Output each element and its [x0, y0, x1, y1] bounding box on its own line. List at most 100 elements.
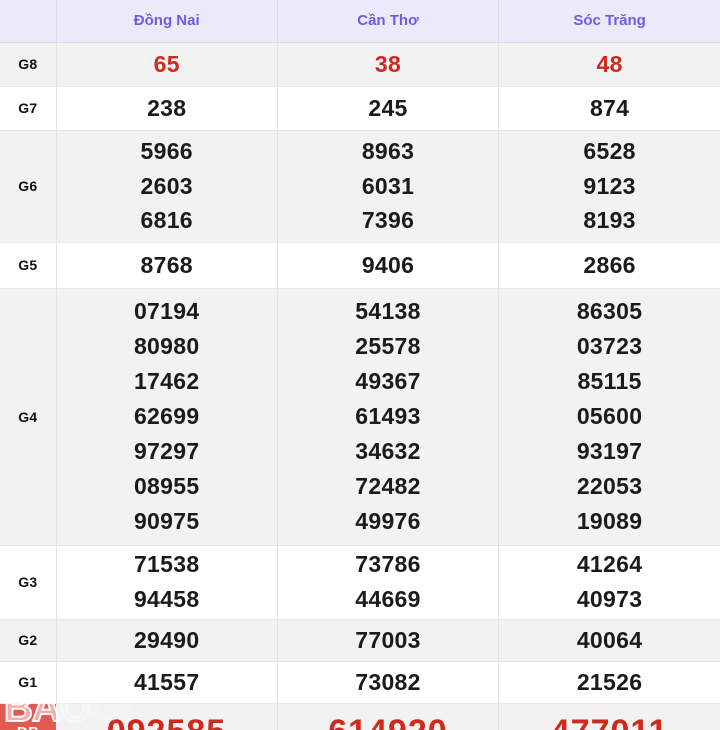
- table-row: G5 8768 9406 2866: [0, 242, 720, 289]
- prize-rank-label-g3: G3: [0, 545, 57, 620]
- prize-number: 61493: [355, 403, 421, 430]
- number-stack: 245: [278, 87, 498, 130]
- number-stack: 238: [57, 87, 277, 130]
- prize-number: 6816: [140, 207, 193, 234]
- number-stack: 73786 44669: [278, 546, 498, 619]
- special-prize-number: 477011: [498, 703, 720, 730]
- number-stack: 41557: [57, 662, 277, 703]
- prize-cell: 2866: [498, 242, 720, 289]
- prize-cell: 21526: [498, 661, 720, 704]
- prize-number: 34632: [355, 437, 421, 464]
- prize-number: 22053: [576, 472, 643, 499]
- number-stack: 2866: [499, 243, 720, 288]
- number-stack: 38: [278, 43, 498, 86]
- prize-number: 08955: [133, 472, 200, 499]
- table-header: Đồng Nai Cần Thơ Sóc Trăng: [0, 0, 720, 43]
- prize-number: 90975: [133, 507, 200, 534]
- prize-cell: 8768: [56, 242, 278, 289]
- prize-number: 8963: [361, 137, 415, 164]
- prize-cell: 48: [498, 42, 720, 87]
- prize-number: 7396: [361, 207, 415, 234]
- prize-cell: 73082: [277, 661, 500, 704]
- prize-cell: 8963 6031 7396: [277, 130, 500, 243]
- prize-number: 86305: [576, 298, 643, 325]
- prize-number: 65: [153, 50, 180, 77]
- prize-number: 41264: [576, 551, 643, 578]
- prize-number: 77003: [355, 626, 421, 653]
- prize-cell: 41557: [56, 661, 278, 704]
- number-stack: 5966 2603 6816: [57, 131, 277, 242]
- prize-number: 19089: [576, 507, 643, 534]
- prize-number: 5966: [140, 137, 193, 164]
- table-row: G6 5966 2603 6816 8963 6031 7396 6528 9123 8193: [0, 130, 720, 243]
- number-stack: 9406: [278, 243, 498, 288]
- prize-number: 6031: [361, 172, 415, 199]
- special-prize-badge: ĐB: [0, 703, 57, 730]
- table-row: G4 07194 80980 17462 62699 97297 08955 90975 541…: [0, 288, 720, 546]
- prize-number: 80980: [133, 333, 200, 360]
- prize-number: 07194: [133, 298, 200, 325]
- prize-cell: 65: [56, 42, 278, 87]
- prize-number: 29490: [133, 626, 200, 653]
- prize-cell: 40064: [498, 619, 720, 662]
- prize-number: 05600: [576, 403, 643, 430]
- number-stack: 29490: [57, 620, 277, 661]
- prize-number: 38: [374, 50, 402, 77]
- prize-cell: 245: [277, 86, 500, 131]
- prize-number: 8768: [140, 251, 193, 278]
- number-stack: 54138 25578 49367 61493 34632 72482 49976: [278, 289, 498, 545]
- prize-number: 238: [147, 94, 187, 121]
- table-row: G7 238 245 874: [0, 86, 720, 131]
- prize-cell: 5966 2603 6816: [56, 130, 278, 243]
- prize-rank-label-g4: G4: [0, 288, 57, 546]
- table-row: G3 71538 94458 73786 44669 41264 40973: [0, 545, 720, 620]
- number-stack: 73082: [278, 662, 498, 703]
- number-stack: 65: [57, 43, 277, 86]
- prize-number: 44669: [355, 586, 421, 612]
- prize-number: 9406: [361, 251, 415, 278]
- prize-number: 72482: [355, 472, 421, 499]
- number-stack: 77003: [278, 620, 498, 661]
- prize-number: 62699: [133, 403, 200, 430]
- table-row: G1 41557 73082 21526: [0, 661, 720, 704]
- prize-number: 2603: [140, 172, 193, 199]
- header-province-can-tho: Cần Thơ: [277, 0, 500, 43]
- table-row: G2 29490 77003 40064: [0, 619, 720, 662]
- prize-cell: 238: [56, 86, 278, 131]
- table-body: G8 65 38 48 G7 238 245 874 G6 5966 2603 6816 8963 603…: [0, 42, 720, 730]
- prize-number: 40973: [576, 586, 643, 612]
- number-stack: 6528 9123 8193: [499, 131, 720, 242]
- prize-rank-label-g1: G1: [0, 661, 57, 704]
- prize-rank-label-g8: G8: [0, 42, 57, 87]
- prize-cell: 71538 94458: [56, 545, 278, 620]
- prize-cell: 73786 44669: [277, 545, 500, 620]
- prize-cell: 07194 80980 17462 62699 97297 08955 90975: [56, 288, 278, 546]
- prize-cell: 38: [277, 42, 500, 87]
- prize-number: 73082: [355, 668, 421, 695]
- prize-rank-label-g6: G6: [0, 130, 57, 243]
- prize-rank-label-g7: G7: [0, 86, 57, 131]
- prize-number: 85115: [577, 368, 642, 395]
- header-province-dong-nai: Đồng Nai: [56, 0, 278, 43]
- prize-number: 73786: [355, 551, 421, 578]
- prize-number: 41557: [133, 668, 200, 695]
- header-province-soc-trang: Sóc Trăng: [498, 0, 720, 43]
- special-prize-row: ĐB092585614920477011: [0, 703, 720, 730]
- lottery-results-table: Đồng Nai Cần Thơ Sóc Trăng G8 65 38 48 G7 238…: [0, 0, 720, 730]
- prize-number: 40064: [576, 626, 643, 653]
- number-stack: 40064: [499, 620, 720, 661]
- prize-number: 93197: [576, 437, 643, 464]
- lottery-results-panel: Đồng Nai Cần Thơ Sóc Trăng G8 65 38 48 G7 238…: [0, 0, 720, 730]
- number-stack: 07194 80980 17462 62699 97297 08955 90975: [57, 289, 277, 545]
- prize-cell: 874: [498, 86, 720, 131]
- number-stack: 71538 94458: [57, 546, 277, 619]
- prize-number: 245: [368, 94, 408, 121]
- prize-cell: 77003: [277, 619, 500, 662]
- prize-number: 2866: [583, 251, 636, 278]
- number-stack: 8768: [57, 243, 277, 288]
- prize-number: 54138: [355, 298, 421, 325]
- prize-number: 17462: [133, 368, 200, 395]
- prize-rank-label-g5: G5: [0, 242, 57, 289]
- prize-number: 03723: [576, 333, 643, 360]
- prize-number: 71538: [133, 551, 200, 578]
